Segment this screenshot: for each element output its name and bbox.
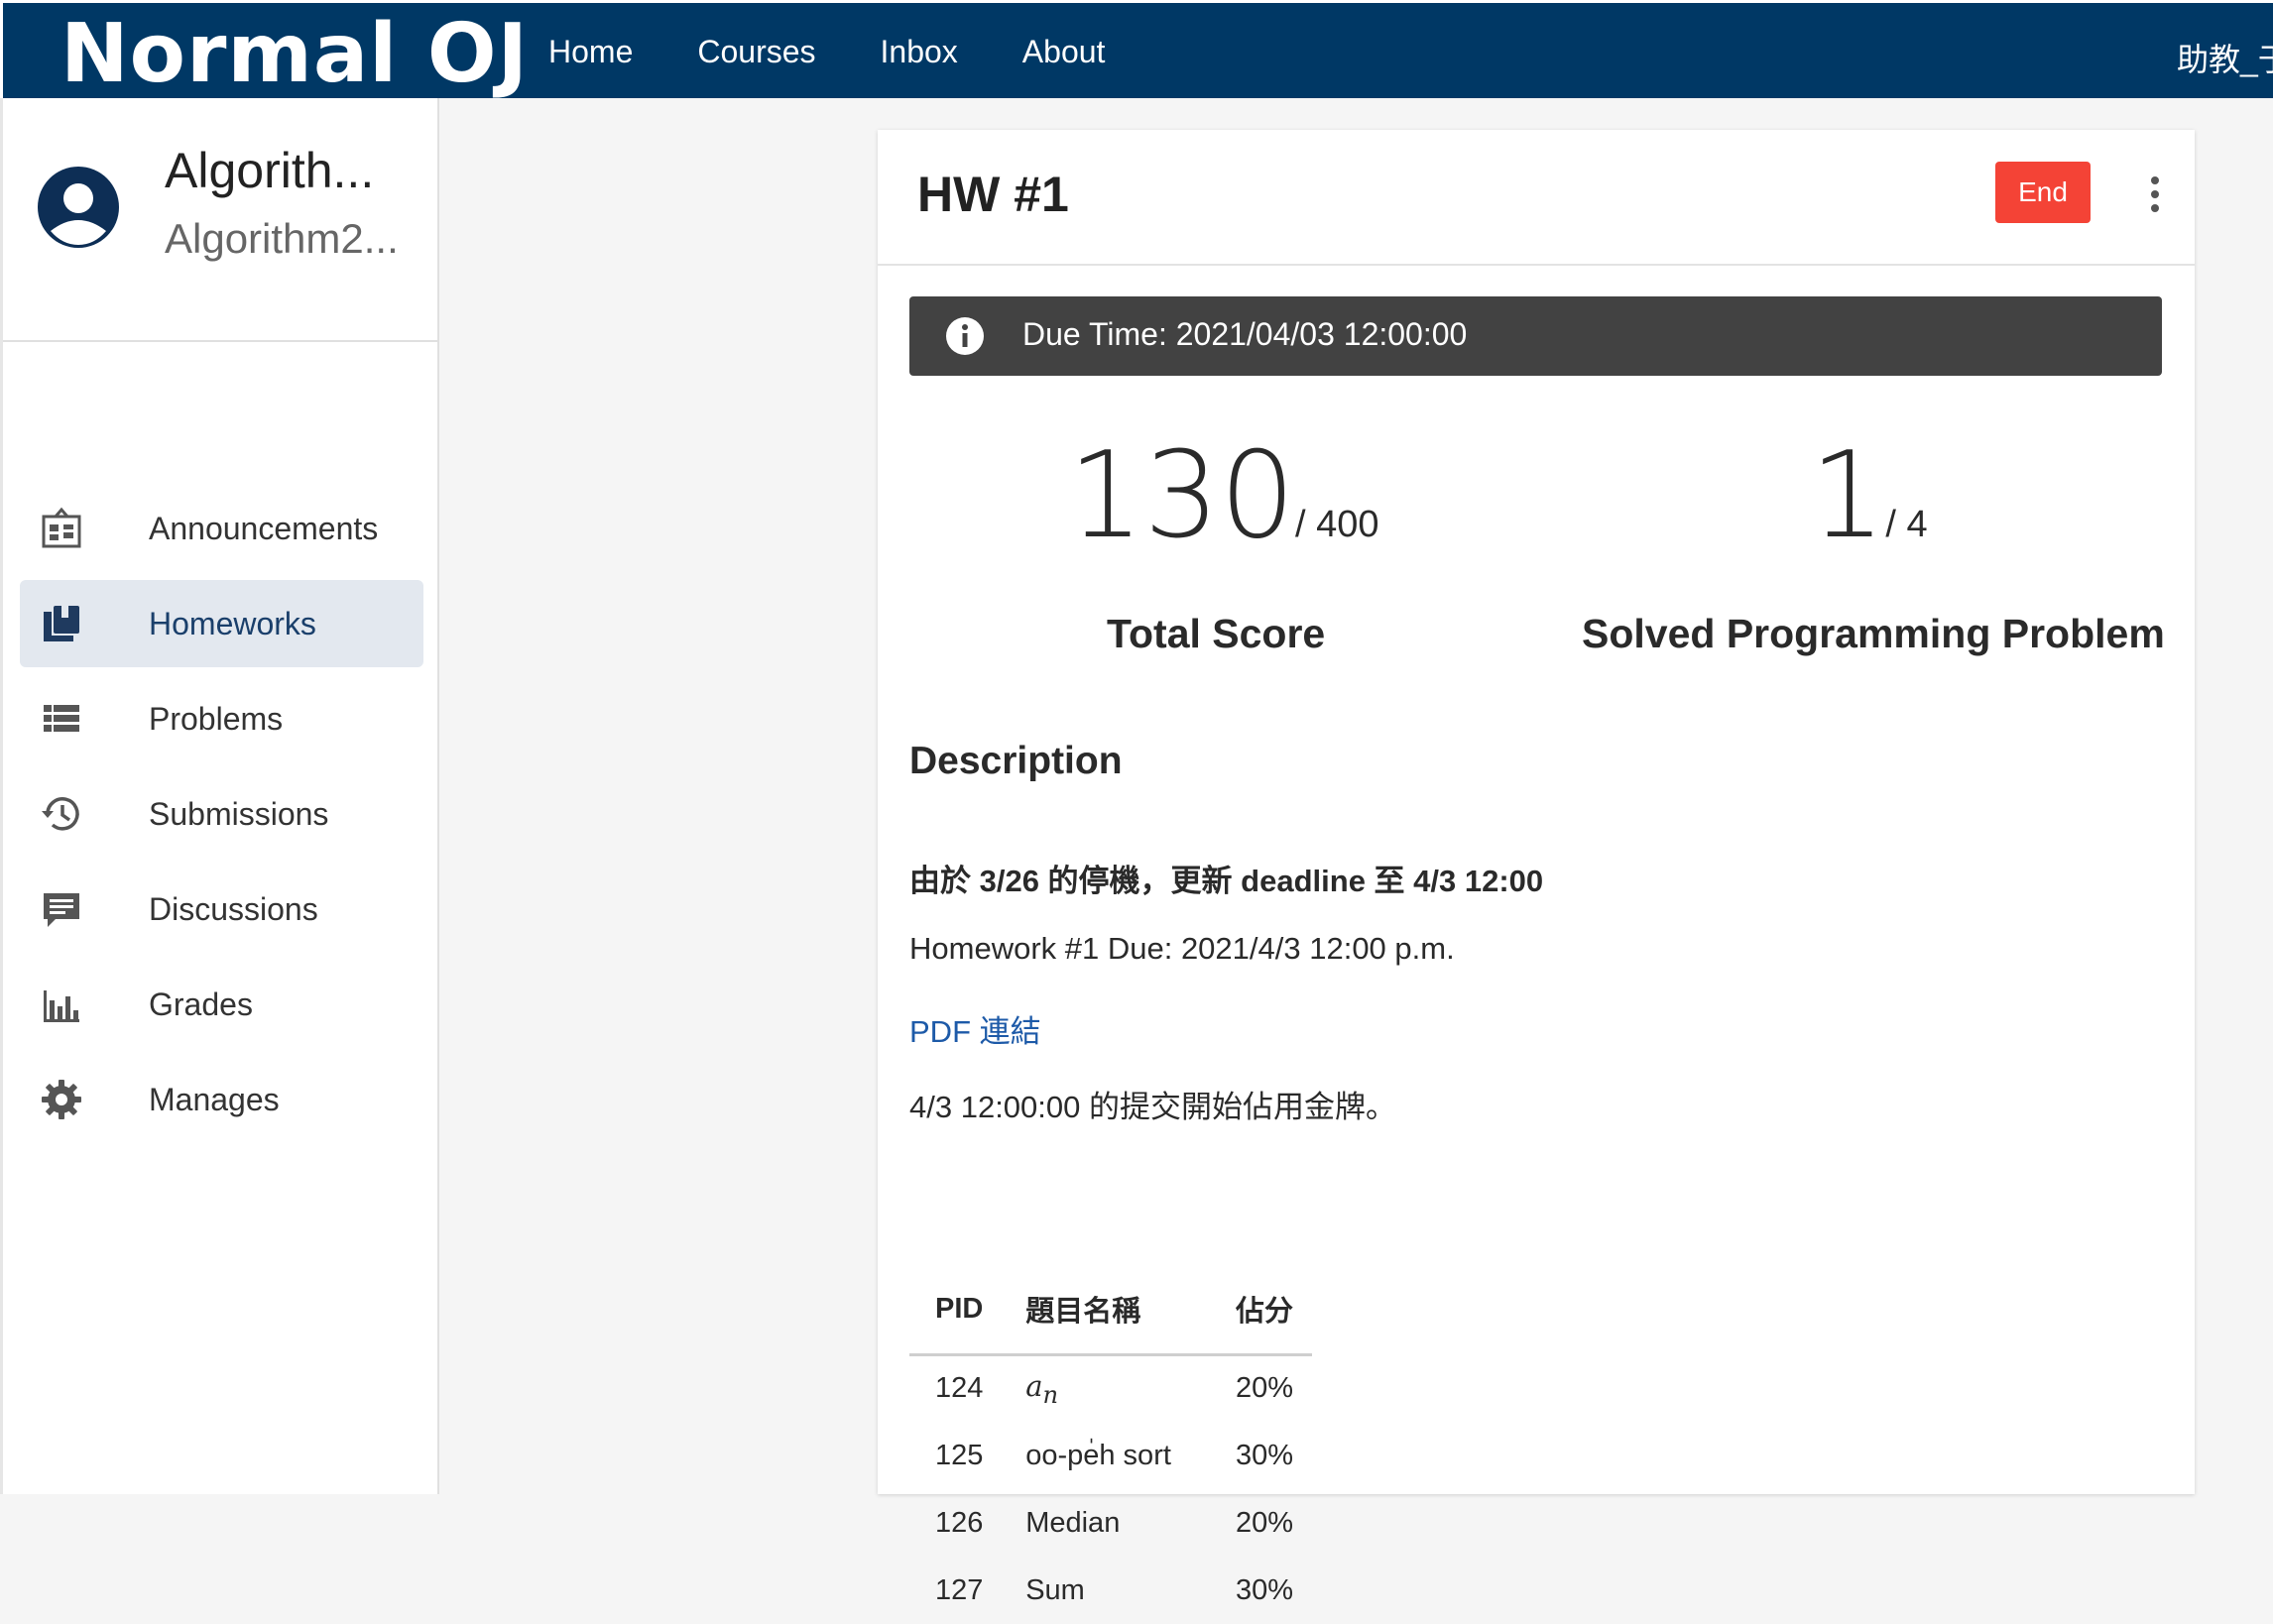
- total-score-value: 130: [1068, 427, 1296, 565]
- card-header: HW #1 End: [878, 130, 2195, 266]
- cell-name: oo-pe̍h sort: [1025, 1439, 1171, 1471]
- total-score-stat: 130/ 400: [1068, 437, 1379, 556]
- description-note: 4/3 12:00:00 的提交開始佔用金牌。: [909, 1090, 1396, 1124]
- math-subscript: n: [1042, 1380, 1059, 1409]
- top-navbar: Normal OJ Home Courses Inbox About 助教_于: [0, 0, 2273, 101]
- status-badge: End: [1995, 162, 2091, 223]
- sidebar-item-label: Grades: [149, 986, 253, 1022]
- book-icon: [44, 606, 79, 641]
- cell-pid: 127: [935, 1573, 984, 1606]
- table-row: 127 Sum 30%: [909, 1557, 1312, 1624]
- column-header-weight: 佔分: [1209, 1265, 1312, 1356]
- sidebar-item-label: Announcements: [149, 510, 379, 546]
- sidebar-item-label: Submissions: [149, 795, 329, 832]
- bar-chart-icon: [44, 990, 79, 1022]
- more-vert-icon[interactable]: [2149, 174, 2161, 214]
- description-title: Description: [909, 740, 1123, 782]
- course-subtitle: Algorithm2...: [165, 215, 399, 262]
- cell-weight: 30%: [1235, 1573, 1293, 1606]
- table-row: 124 an 20%: [909, 1354, 1312, 1422]
- cell-pid: 126: [935, 1506, 984, 1539]
- description-notice: 由於 3/26 的停機，更新 deadline 至 4/3 12:00: [909, 864, 1544, 898]
- solved-problem-stat: 1/ 4: [1810, 437, 1928, 556]
- column-header-name: 題目名稱: [1000, 1265, 1210, 1356]
- nav-link-about[interactable]: About: [1022, 34, 1106, 70]
- sidebar-item-label: Manages: [149, 1081, 280, 1117]
- history-icon: [42, 797, 79, 831]
- course-title: Algorith...: [165, 143, 375, 198]
- sidebar-item-problems[interactable]: Problems: [20, 675, 423, 762]
- cell-weight: 20%: [1235, 1506, 1293, 1539]
- column-header-pid: PID: [909, 1265, 1001, 1356]
- user-menu[interactable]: 助教_于: [2177, 35, 2273, 80]
- nav-link-inbox[interactable]: Inbox: [881, 34, 958, 70]
- due-time-alert: Due Time: 2021/04/03 12:00:00: [909, 296, 2162, 376]
- table-row: 125 oo-pe̍h sort 30%: [909, 1422, 1312, 1489]
- table-row: 126 Median 20%: [909, 1489, 1312, 1557]
- cell-name: an: [1000, 1354, 1210, 1422]
- sidebar-item-homeworks[interactable]: Homeworks: [20, 580, 423, 667]
- solved-label: Solved Programming Problem: [1582, 611, 2165, 656]
- cell-pid: 124: [935, 1372, 984, 1405]
- nav-link-home[interactable]: Home: [548, 34, 633, 70]
- due-time-text: Due Time: 2021/04/03 12:00:00: [1022, 316, 1468, 352]
- course-header: Algorith... Algorithm2...: [3, 98, 437, 342]
- sidebar-item-announcements[interactable]: Announcements: [20, 485, 423, 572]
- problem-table: PID 題目名稱 佔分 124 an 20% 125 oo-pe̍h sort …: [909, 1265, 1312, 1624]
- sidebar-item-discussions[interactable]: Discussions: [20, 866, 423, 953]
- total-score-label: Total Score: [1107, 611, 1326, 656]
- cell-pid: 125: [935, 1439, 984, 1471]
- avatar-icon: [38, 167, 119, 248]
- sidebar-item-label: Discussions: [149, 890, 318, 927]
- gear-icon: [42, 1080, 81, 1119]
- site-logo[interactable]: Normal OJ: [60, 7, 529, 101]
- solved-max: / 4: [1885, 504, 1928, 545]
- pdf-link[interactable]: PDF 連結: [909, 1006, 1041, 1051]
- total-score-max: / 400: [1295, 504, 1379, 545]
- cell-weight: 20%: [1235, 1372, 1293, 1405]
- cell-name: Sum: [1025, 1573, 1085, 1606]
- nav-link-courses[interactable]: Courses: [697, 34, 815, 70]
- table-header-row: PID 題目名稱 佔分: [909, 1265, 1312, 1356]
- announcement-board-icon: [42, 507, 81, 548]
- sidebar-item-submissions[interactable]: Submissions: [20, 770, 423, 858]
- sidebar-item-grades[interactable]: Grades: [20, 961, 423, 1048]
- cell-name: Median: [1025, 1506, 1121, 1539]
- solved-value: 1: [1810, 427, 1886, 565]
- sidebar-item-label: Problems: [149, 700, 284, 737]
- math-var: a: [1025, 1368, 1043, 1403]
- homework-card: HW #1 End Due Time: 2021/04/03 12:00:00 …: [878, 130, 2195, 1606]
- description-due: Homework #1 Due: 2021/4/3 12:00 p.m.: [909, 931, 1455, 966]
- info-icon: [946, 317, 984, 355]
- list-icon: [44, 705, 79, 732]
- sidebar-item-manages[interactable]: Manages: [20, 1056, 423, 1143]
- cell-weight: 30%: [1235, 1439, 1293, 1471]
- homework-title: HW #1: [917, 167, 1069, 222]
- nav-links: Home Courses Inbox About: [548, 3, 1169, 101]
- sidebar-menu: Announcements Homeworks Problems Submiss…: [3, 384, 440, 1151]
- sidebar-item-label: Homeworks: [149, 605, 316, 641]
- sidebar: Algorith... Algorithm2... Announcements …: [0, 98, 439, 1494]
- comment-icon: [44, 893, 79, 927]
